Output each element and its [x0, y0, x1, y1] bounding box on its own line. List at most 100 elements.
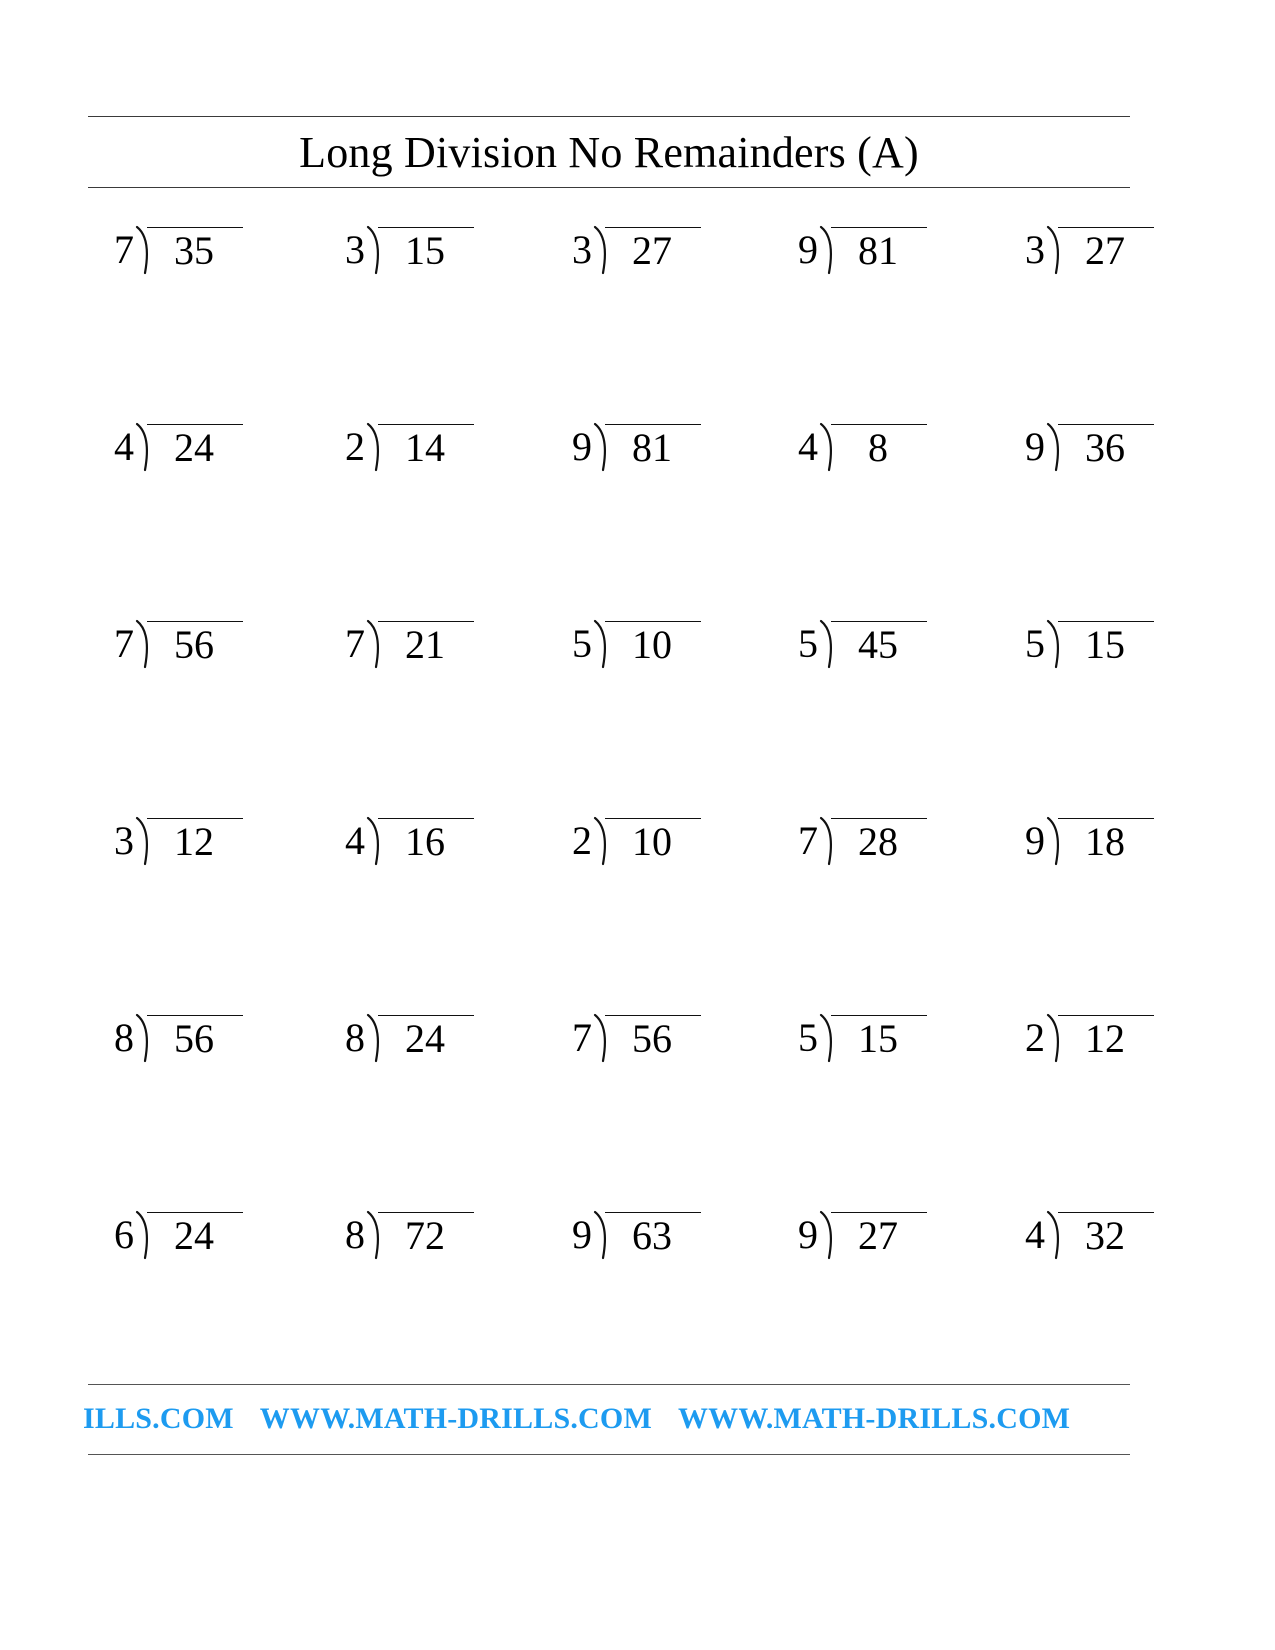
footer-link[interactable]: ILLS.COM: [83, 1396, 234, 1442]
problem-cell[interactable]: 5 45: [772, 599, 990, 699]
dividend-area: 63: [605, 1212, 701, 1258]
dividend-area: 56: [147, 1015, 243, 1061]
problem-cell[interactable]: 7 56: [546, 993, 764, 1093]
dividend-area: 15: [378, 227, 474, 273]
divisor: 5: [572, 621, 592, 666]
divisor: 3: [1025, 227, 1045, 272]
dividend-area: 81: [831, 227, 927, 273]
dividend: 15: [858, 1016, 898, 1061]
problem-cell[interactable]: 7 28: [772, 796, 990, 896]
long-division-expression: 2 10: [572, 816, 701, 866]
divisor: 2: [1025, 1015, 1045, 1060]
dividend: 72: [405, 1213, 445, 1258]
divisor: 4: [798, 424, 818, 469]
divisor: 2: [345, 424, 365, 469]
problem-cell[interactable]: 4 32: [999, 1190, 1217, 1290]
problem-row: 7 56 7 21 5 10 5 45 5 15: [88, 599, 1178, 796]
long-division-expression: 5 15: [1025, 619, 1154, 669]
problem-row: 6 24 8 72 9 63 9 27 4 32: [88, 1190, 1178, 1387]
long-division-expression: 7 35: [114, 225, 243, 275]
long-division-expression: 9 18: [1025, 816, 1154, 866]
problem-cell[interactable]: 5 15: [772, 993, 990, 1093]
problem-cell[interactable]: 9 63: [546, 1190, 764, 1290]
problem-cell[interactable]: 3 15: [319, 205, 537, 305]
dividend-area: 10: [605, 621, 701, 667]
problem-cell[interactable]: 7 21: [319, 599, 537, 699]
dividend: 12: [1085, 1016, 1125, 1061]
long-division-expression: 4 8: [798, 422, 927, 472]
problem-cell[interactable]: 5 10: [546, 599, 764, 699]
dividend-area: 28: [831, 818, 927, 864]
divisor: 9: [572, 1212, 592, 1257]
long-division-expression: 9 81: [798, 225, 927, 275]
dividend: 10: [632, 622, 672, 667]
problem-cell[interactable]: 9 36: [999, 402, 1217, 502]
divisor: 6: [114, 1212, 134, 1257]
problem-cell[interactable]: 2 12: [999, 993, 1217, 1093]
dividend: 56: [174, 1016, 214, 1061]
divisor: 7: [798, 818, 818, 863]
dividend: 14: [405, 425, 445, 470]
long-division-expression: 8 56: [114, 1013, 243, 1063]
problem-cell[interactable]: 7 56: [88, 599, 306, 699]
problem-cell[interactable]: 4 8: [772, 402, 990, 502]
divisor: 5: [798, 621, 818, 666]
dividend: 63: [632, 1213, 672, 1258]
problem-row: 4 24 2 14 9 81 4 8 9 36: [88, 402, 1178, 599]
problem-cell[interactable]: 9 27: [772, 1190, 990, 1290]
dividend-area: 81: [605, 424, 701, 470]
divisor: 8: [345, 1212, 365, 1257]
problem-cell[interactable]: 9 81: [772, 205, 990, 305]
problem-cell[interactable]: 2 14: [319, 402, 537, 502]
problem-cell[interactable]: 2 10: [546, 796, 764, 896]
problem-row: 3 12 4 16 2 10 7 28 9 18: [88, 796, 1178, 993]
problem-cell[interactable]: 3 12: [88, 796, 306, 896]
footer-link[interactable]: WWW.MATH-DRILLS.COM: [260, 1396, 652, 1442]
long-division-expression: 3 27: [572, 225, 701, 275]
dividend-area: 27: [831, 1212, 927, 1258]
divisor: 9: [798, 227, 818, 272]
long-division-expression: 3 15: [345, 225, 474, 275]
divisor: 8: [114, 1015, 134, 1060]
divisor: 5: [1025, 621, 1045, 666]
problem-cell[interactable]: 9 81: [546, 402, 764, 502]
footer-link[interactable]: WWW.MATH-DRILLS.COM: [678, 1396, 1070, 1442]
divisor: 3: [114, 818, 134, 863]
problem-cell[interactable]: 8 24: [319, 993, 537, 1093]
problem-cell[interactable]: 6 24: [88, 1190, 306, 1290]
problem-cell[interactable]: 4 16: [319, 796, 537, 896]
dividend: 28: [858, 819, 898, 864]
dividend-area: 32: [1058, 1212, 1154, 1258]
dividend: 45: [858, 622, 898, 667]
divisor: 2: [572, 818, 592, 863]
divisor: 7: [572, 1015, 592, 1060]
title-rule-bottom: [88, 187, 1130, 188]
problem-cell[interactable]: 3 27: [546, 205, 764, 305]
problem-cell[interactable]: 8 72: [319, 1190, 537, 1290]
dividend-area: 15: [831, 1015, 927, 1061]
long-division-expression: 5 15: [798, 1013, 927, 1063]
footer-rule-bottom: [88, 1454, 1130, 1455]
problem-cell[interactable]: 9 18: [999, 796, 1217, 896]
dividend: 15: [1085, 622, 1125, 667]
problem-cell[interactable]: 4 24: [88, 402, 306, 502]
dividend: 15: [405, 228, 445, 273]
dividend-area: 15: [1058, 621, 1154, 667]
problem-cell[interactable]: 8 56: [88, 993, 306, 1093]
divisor: 7: [345, 621, 365, 666]
long-division-expression: 9 81: [572, 422, 701, 472]
dividend: 24: [174, 425, 214, 470]
problem-cell[interactable]: 5 15: [999, 599, 1217, 699]
page-title: Long Division No Remainders (A): [299, 128, 919, 177]
dividend-area: 21: [378, 621, 474, 667]
problem-cell[interactable]: 3 27: [999, 205, 1217, 305]
dividend: 56: [174, 622, 214, 667]
long-division-expression: 8 72: [345, 1210, 474, 1260]
problem-row: 7 35 3 15 3 27 9 81 3 27: [88, 205, 1178, 402]
dividend-area: 24: [147, 1212, 243, 1258]
long-division-expression: 6 24: [114, 1210, 243, 1260]
long-division-expression: 3 27: [1025, 225, 1154, 275]
dividend-area: 14: [378, 424, 474, 470]
divisor: 5: [798, 1015, 818, 1060]
problem-cell[interactable]: 7 35: [88, 205, 306, 305]
